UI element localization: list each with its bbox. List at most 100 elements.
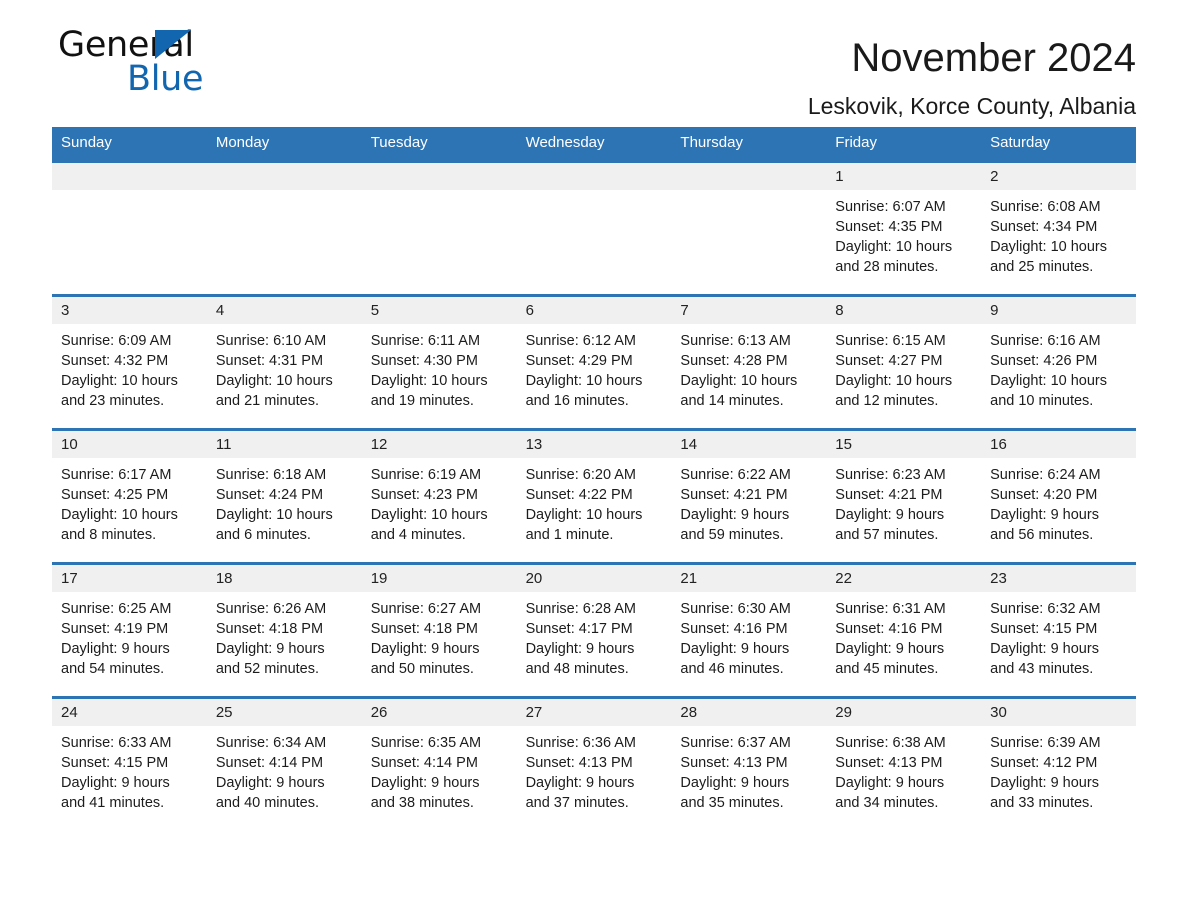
sunset-text: Sunset: 4:21 PM bbox=[680, 487, 788, 503]
daylight-text-line1: Daylight: 9 hours bbox=[990, 641, 1099, 657]
day-cell[interactable]: 10 Sunrise: 6:17 AM Sunset: 4:25 PM Dayl… bbox=[52, 431, 207, 562]
daylight-text-line1: Daylight: 9 hours bbox=[835, 641, 945, 657]
day-details: Sunrise: 6:30 AM Sunset: 4:16 PM Dayligh… bbox=[671, 592, 826, 679]
sunrise-text: Sunrise: 6:08 AM bbox=[990, 199, 1101, 215]
day-cell[interactable]: 18 Sunrise: 6:26 AM Sunset: 4:18 PM Dayl… bbox=[206, 565, 362, 696]
day-details: Sunrise: 6:07 AM Sunset: 4:35 PM Dayligh… bbox=[826, 190, 981, 277]
day-cell[interactable]: 2 Sunrise: 6:08 AM Sunset: 4:34 PM Dayli… bbox=[981, 163, 1136, 294]
day-cell[interactable]: 26 Sunrise: 6:35 AM Sunset: 4:14 PM Dayl… bbox=[361, 699, 517, 830]
sunset-text: Sunset: 4:30 PM bbox=[370, 353, 478, 369]
day-number: 16 bbox=[981, 431, 1136, 458]
day-cell[interactable]: 1 Sunrise: 6:07 AM Sunset: 4:35 PM Dayli… bbox=[826, 163, 982, 294]
daylight-text-line2: and 41 minutes. bbox=[61, 795, 165, 811]
day-cell[interactable]: 4 Sunrise: 6:10 AM Sunset: 4:31 PM Dayli… bbox=[206, 297, 362, 428]
day-cell[interactable]: 27 Sunrise: 6:36 AM Sunset: 4:13 PM Dayl… bbox=[516, 699, 672, 830]
sunset-text: Sunset: 4:32 PM bbox=[61, 353, 169, 369]
sunrise-text: Sunrise: 6:31 AM bbox=[835, 601, 946, 617]
sunset-text: Sunset: 4:16 PM bbox=[835, 621, 943, 637]
daylight-text-line2: and 10 minutes. bbox=[990, 393, 1094, 409]
sunset-text: Sunset: 4:17 PM bbox=[525, 621, 633, 637]
day-number: 23 bbox=[981, 565, 1136, 592]
daylight-text-line2: and 45 minutes. bbox=[835, 661, 939, 677]
sunrise-text: Sunrise: 6:18 AM bbox=[215, 467, 327, 483]
day-cell[interactable]: 8 Sunrise: 6:15 AM Sunset: 4:27 PM Dayli… bbox=[826, 297, 982, 428]
day-cell[interactable]: 12 Sunrise: 6:19 AM Sunset: 4:23 PM Dayl… bbox=[361, 431, 517, 562]
sunrise-text: Sunrise: 6:30 AM bbox=[680, 601, 791, 617]
daylight-text-line2: and 6 minutes. bbox=[215, 527, 311, 543]
daylight-text-line1: Daylight: 9 hours bbox=[61, 775, 170, 791]
day-number bbox=[206, 163, 362, 190]
day-cell[interactable]: 22 Sunrise: 6:31 AM Sunset: 4:16 PM Dayl… bbox=[826, 565, 982, 696]
daylight-text-line1: Daylight: 9 hours bbox=[370, 641, 480, 657]
day-details: Sunrise: 6:22 AM Sunset: 4:21 PM Dayligh… bbox=[671, 458, 826, 545]
day-details: Sunrise: 6:28 AM Sunset: 4:17 PM Dayligh… bbox=[517, 592, 672, 679]
sunrise-text: Sunrise: 6:33 AM bbox=[61, 735, 172, 751]
day-details: Sunrise: 6:31 AM Sunset: 4:16 PM Dayligh… bbox=[826, 592, 981, 679]
day-cell[interactable]: 14 Sunrise: 6:22 AM Sunset: 4:21 PM Dayl… bbox=[671, 431, 827, 562]
day-cell[interactable]: 29 Sunrise: 6:38 AM Sunset: 4:13 PM Dayl… bbox=[826, 699, 982, 830]
day-cell[interactable]: 5 Sunrise: 6:11 AM Sunset: 4:30 PM Dayli… bbox=[361, 297, 517, 428]
daylight-text-line2: and 19 minutes. bbox=[370, 393, 474, 409]
day-cell[interactable]: 17 Sunrise: 6:25 AM Sunset: 4:19 PM Dayl… bbox=[52, 565, 207, 696]
day-cell[interactable]: 20 Sunrise: 6:28 AM Sunset: 4:17 PM Dayl… bbox=[516, 565, 672, 696]
week-row: 17 Sunrise: 6:25 AM Sunset: 4:19 PM Dayl… bbox=[52, 562, 1136, 696]
day-number: 3 bbox=[52, 297, 207, 324]
day-details: Sunrise: 6:20 AM Sunset: 4:22 PM Dayligh… bbox=[517, 458, 672, 545]
day-cell[interactable]: 25 Sunrise: 6:34 AM Sunset: 4:14 PM Dayl… bbox=[206, 699, 362, 830]
daylight-text-line2: and 48 minutes. bbox=[525, 661, 629, 677]
sunrise-text: Sunrise: 6:23 AM bbox=[835, 467, 946, 483]
day-cell[interactable]: 19 Sunrise: 6:27 AM Sunset: 4:18 PM Dayl… bbox=[361, 565, 517, 696]
daylight-text-line1: Daylight: 10 hours bbox=[370, 507, 488, 523]
day-details: Sunrise: 6:12 AM Sunset: 4:29 PM Dayligh… bbox=[517, 324, 672, 411]
day-number: 20 bbox=[516, 565, 672, 592]
day-cell[interactable]: 9 Sunrise: 6:16 AM Sunset: 4:26 PM Dayli… bbox=[981, 297, 1136, 428]
sunrise-text: Sunrise: 6:24 AM bbox=[990, 467, 1101, 483]
day-cell[interactable]: 3 Sunrise: 6:09 AM Sunset: 4:32 PM Dayli… bbox=[52, 297, 207, 428]
day-cell-empty bbox=[361, 163, 517, 294]
sunset-text: Sunset: 4:15 PM bbox=[990, 621, 1098, 637]
day-cell[interactable]: 11 Sunrise: 6:18 AM Sunset: 4:24 PM Dayl… bbox=[206, 431, 362, 562]
general-blue-logo[interactable]: General Blue bbox=[58, 26, 278, 106]
sunset-text: Sunset: 4:29 PM bbox=[525, 353, 633, 369]
daylight-text-line2: and 37 minutes. bbox=[525, 795, 629, 811]
day-cell[interactable]: 7 Sunrise: 6:13 AM Sunset: 4:28 PM Dayli… bbox=[671, 297, 827, 428]
day-cell[interactable]: 28 Sunrise: 6:37 AM Sunset: 4:13 PM Dayl… bbox=[671, 699, 827, 830]
day-cell[interactable]: 21 Sunrise: 6:30 AM Sunset: 4:16 PM Dayl… bbox=[671, 565, 827, 696]
day-number: 1 bbox=[826, 163, 982, 190]
daylight-text-line2: and 25 minutes. bbox=[990, 259, 1094, 275]
day-number: 14 bbox=[671, 431, 827, 458]
weekday-header-row: Sunday Monday Tuesday Wednesday Thursday… bbox=[52, 127, 1136, 160]
sunset-text: Sunset: 4:14 PM bbox=[215, 755, 324, 771]
day-number: 12 bbox=[361, 431, 517, 458]
daylight-text-line1: Daylight: 10 hours bbox=[370, 373, 488, 389]
daylight-text-line1: Daylight: 10 hours bbox=[835, 373, 953, 389]
day-details: Sunrise: 6:25 AM Sunset: 4:19 PM Dayligh… bbox=[52, 592, 207, 679]
daylight-text-line2: and 14 minutes. bbox=[680, 393, 784, 409]
sunset-text: Sunset: 4:35 PM bbox=[835, 219, 943, 235]
day-number: 11 bbox=[206, 431, 362, 458]
day-details: Sunrise: 6:16 AM Sunset: 4:26 PM Dayligh… bbox=[981, 324, 1136, 411]
day-cell[interactable]: 16 Sunrise: 6:24 AM Sunset: 4:20 PM Dayl… bbox=[981, 431, 1136, 562]
daylight-text-line2: and 34 minutes. bbox=[835, 795, 939, 811]
day-cell[interactable]: 24 Sunrise: 6:33 AM Sunset: 4:15 PM Dayl… bbox=[52, 699, 207, 830]
brand-name-blue: Blue bbox=[127, 59, 204, 99]
day-cell[interactable]: 15 Sunrise: 6:23 AM Sunset: 4:21 PM Dayl… bbox=[826, 431, 982, 562]
sunrise-text: Sunrise: 6:27 AM bbox=[370, 601, 482, 617]
day-cell[interactable]: 30 Sunrise: 6:39 AM Sunset: 4:12 PM Dayl… bbox=[981, 699, 1136, 830]
day-number: 27 bbox=[516, 699, 672, 726]
daylight-text-line2: and 35 minutes. bbox=[680, 795, 784, 811]
daylight-text-line1: Daylight: 10 hours bbox=[215, 507, 333, 523]
day-number bbox=[361, 163, 517, 190]
day-details: Sunrise: 6:08 AM Sunset: 4:34 PM Dayligh… bbox=[981, 190, 1136, 277]
day-cell[interactable]: 23 Sunrise: 6:32 AM Sunset: 4:15 PM Dayl… bbox=[981, 565, 1136, 696]
sunset-text: Sunset: 4:18 PM bbox=[370, 621, 478, 637]
day-details: Sunrise: 6:26 AM Sunset: 4:18 PM Dayligh… bbox=[207, 592, 362, 679]
sunrise-text: Sunrise: 6:39 AM bbox=[990, 735, 1101, 751]
daylight-text-line2: and 33 minutes. bbox=[990, 795, 1094, 811]
daylight-text-line1: Daylight: 10 hours bbox=[990, 239, 1108, 255]
day-cell[interactable]: 13 Sunrise: 6:20 AM Sunset: 4:22 PM Dayl… bbox=[516, 431, 672, 562]
day-details: Sunrise: 6:17 AM Sunset: 4:25 PM Dayligh… bbox=[52, 458, 207, 545]
day-cell[interactable]: 6 Sunrise: 6:12 AM Sunset: 4:29 PM Dayli… bbox=[516, 297, 672, 428]
day-number bbox=[52, 163, 207, 190]
day-details bbox=[671, 190, 826, 197]
